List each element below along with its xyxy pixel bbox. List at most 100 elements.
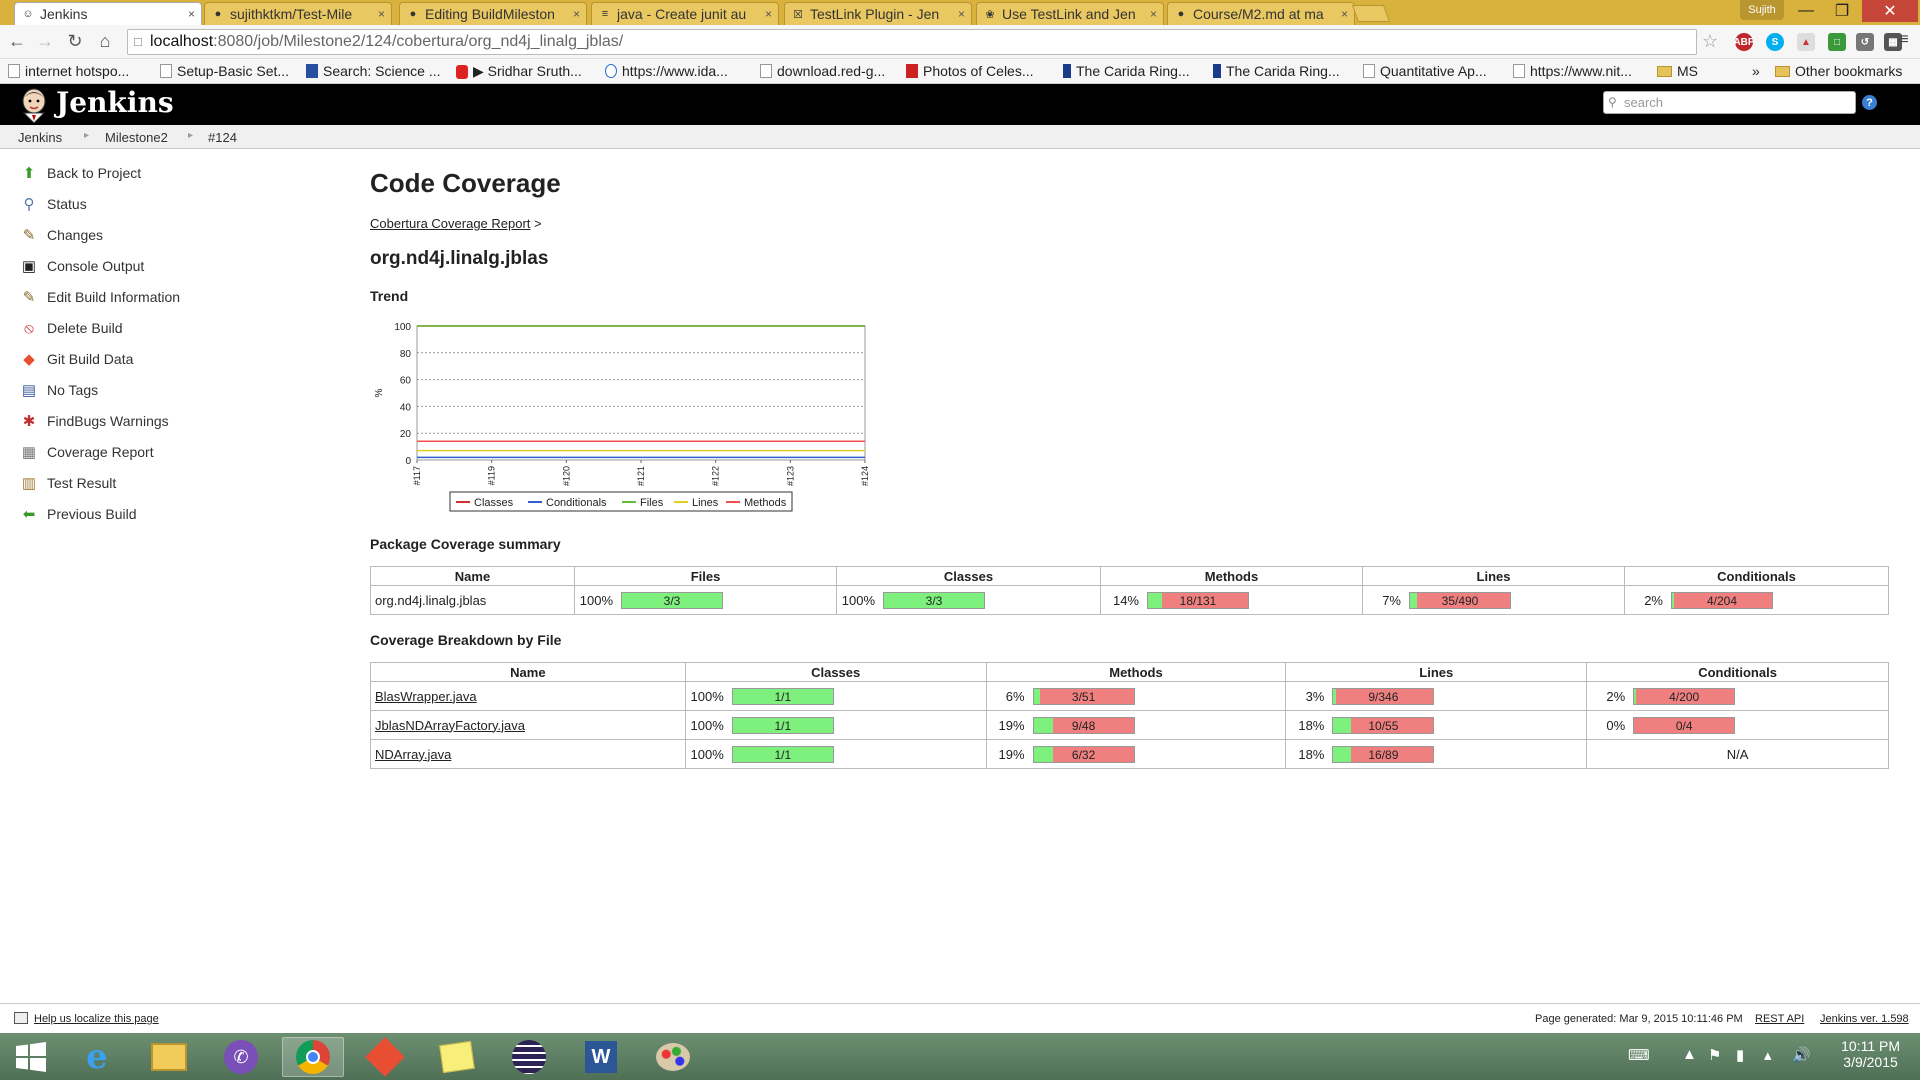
jenkins-version-link[interactable]: Jenkins ver. 1.598 (1820, 1013, 1909, 1025)
tab-close-icon[interactable]: × (378, 7, 385, 21)
task-previous-build[interactable]: ⬅ Previous Build (19, 503, 137, 525)
eclipse-icon[interactable] (498, 1037, 560, 1077)
forward-arrow-icon[interactable]: → (34, 31, 56, 52)
bookmark-item[interactable]: Search: Science ... (306, 63, 441, 79)
bookmark-label: The Carida Ring... (1076, 63, 1190, 79)
tab-close-icon[interactable]: × (1341, 7, 1348, 21)
network-icon[interactable]: ▴ (1764, 1046, 1772, 1064)
menu-icon[interactable]: ≡ (1893, 31, 1915, 49)
bookmark-item[interactable]: internet hotspo... (8, 63, 129, 79)
other-bookmarks[interactable]: Other bookmarks (1775, 63, 1902, 79)
windows-start-icon[interactable] (0, 1037, 62, 1077)
tab-close-icon[interactable]: × (188, 7, 195, 21)
address-bar[interactable]: □ localhost:8080/job/Milestone2/124/cobe… (127, 29, 1697, 55)
close-window-icon[interactable]: ✕ (1862, 0, 1918, 22)
git-gui-icon[interactable] (354, 1037, 416, 1077)
localize-icon (14, 1012, 28, 1024)
bookmark-item[interactable]: https://www.nit... (1513, 63, 1632, 79)
task-coverage-report[interactable]: ▦ Coverage Report (19, 441, 154, 463)
battery-icon[interactable]: ▮ (1736, 1046, 1744, 1064)
paint-icon[interactable] (642, 1037, 704, 1077)
breadcrumb-jenkins[interactable]: Jenkins (18, 130, 62, 145)
extension-tool-icon[interactable]: ↺ (1856, 33, 1874, 51)
profile-badge[interactable]: Sujith (1740, 0, 1784, 20)
task-no-tags[interactable]: ▤ No Tags (19, 379, 98, 401)
bookmark-item[interactable]: download.red-g... (760, 63, 885, 79)
browser-tab[interactable]: ● Editing BuildMileston × (399, 2, 587, 25)
tab-close-icon[interactable]: × (958, 7, 965, 21)
rest-api-link[interactable]: REST API (1755, 1013, 1804, 1025)
github-icon: ● (214, 8, 222, 20)
task-changes[interactable]: ✎ Changes (19, 224, 103, 246)
task-back-to-project[interactable]: ⬆ Back to Project (19, 162, 141, 184)
chrome-icon[interactable] (282, 1037, 344, 1077)
reload-icon[interactable]: ↻ (64, 31, 86, 52)
tab-close-icon[interactable]: × (1150, 7, 1157, 21)
browser-tab[interactable]: ● Course/M2.md at ma × (1167, 2, 1355, 25)
bookmark-item[interactable]: ▶ Sridhar Sruth... (456, 63, 582, 80)
task-findbugs-warnings[interactable]: ✱ FindBugs Warnings (19, 410, 169, 432)
bookmark-star-icon[interactable]: ☆ (1702, 31, 1718, 52)
bookmark-item[interactable]: Quantitative Ap... (1363, 63, 1487, 79)
restore-icon[interactable]: ❐ (1822, 0, 1862, 22)
file-link[interactable]: NDArray.java (375, 747, 451, 762)
viber-icon[interactable]: ✆ (210, 1037, 272, 1077)
coverage-ratio: 4/204 (1706, 593, 1738, 608)
breadcrumb-build[interactable]: #124 (208, 130, 237, 145)
file-link[interactable]: JblasNDArrayFactory.java (375, 718, 525, 733)
file-link[interactable]: BlasWrapper.java (375, 689, 477, 704)
taskbar-clock[interactable]: 10:11 PM 3/9/2015 (1841, 1038, 1900, 1070)
bookmark-item[interactable]: https://www.ida... (605, 63, 728, 79)
browser-tab[interactable]: ● sujithktkm/Test-Mile × (204, 2, 392, 25)
coverage-cell: 100% 1/1 (684, 681, 987, 711)
task-edit-build-information[interactable]: ✎ Edit Build Information (19, 286, 180, 308)
keyboard-icon[interactable]: ⌨ (1628, 1046, 1650, 1064)
volume-icon[interactable]: 🔊 (1792, 1046, 1811, 1064)
cobertura-report-link[interactable]: Cobertura Coverage Report (370, 216, 530, 231)
word-icon[interactable]: W (570, 1037, 632, 1077)
search-input[interactable]: ⚲ search (1603, 91, 1856, 114)
column-header: Name (370, 662, 686, 682)
bookmark-item[interactable]: The Carida Ring... (1213, 63, 1340, 79)
task-git-build-data[interactable]: ◆ Git Build Data (19, 348, 133, 370)
bookmark-item[interactable]: Photos of Celes... (906, 63, 1034, 79)
task-label: Coverage Report (47, 444, 154, 460)
coverage-percent: 2% (1606, 688, 1626, 704)
tab-close-icon[interactable]: × (765, 7, 772, 21)
browser-tab[interactable]: ≡ java - Create junit au × (591, 2, 779, 25)
bookmark-item[interactable]: MS (1657, 63, 1698, 79)
bookmark-item[interactable]: Setup-Basic Set... (160, 63, 289, 79)
new-tab-button[interactable] (1351, 5, 1391, 22)
flag-icon[interactable]: ⚑ (1708, 1046, 1721, 1064)
task-status[interactable]: ⚲ Status (19, 193, 87, 215)
jenkins-butler-icon[interactable] (18, 87, 50, 123)
bookmark-item[interactable]: The Carida Ring... (1063, 63, 1190, 79)
minimize-icon[interactable]: — (1786, 0, 1826, 22)
task-console-output[interactable]: ▣ Console Output (19, 255, 144, 277)
help-icon[interactable]: ? (1862, 95, 1877, 110)
file-explorer-icon[interactable] (138, 1037, 200, 1077)
task-test-result[interactable]: ▥ Test Result (19, 472, 116, 494)
localize-link[interactable]: Help us localize this page (34, 1013, 159, 1025)
coverage-bar: 4/200 (1633, 687, 1736, 705)
extension-green-icon[interactable]: □ (1828, 33, 1846, 51)
skype-icon[interactable]: S (1766, 33, 1784, 51)
bookmarks-more[interactable]: » (1752, 63, 1760, 79)
browser-tab[interactable]: ❀ Use TestLink and Jen × (976, 2, 1164, 25)
sticky-notes-icon[interactable] (426, 1037, 488, 1077)
breadcrumb-milestone2[interactable]: Milestone2 (105, 130, 168, 145)
back-arrow-icon[interactable]: ← (6, 31, 28, 52)
internet-explorer-icon[interactable]: e (66, 1037, 128, 1077)
y-tick-label: 20 (400, 429, 412, 440)
page-footer: Help us localize this page Page generate… (0, 1003, 1920, 1033)
browser-tab[interactable]: ☺ Jenkins × (14, 2, 202, 25)
tray-expand-icon[interactable]: ▲ (1682, 1046, 1697, 1063)
bookmark-label: The Carida Ring... (1226, 63, 1340, 79)
home-icon[interactable]: ⌂ (94, 31, 116, 52)
extension-icon[interactable]: ▲ (1797, 33, 1815, 51)
tab-close-icon[interactable]: × (573, 7, 580, 21)
jenkins-title[interactable]: Jenkins (56, 86, 174, 119)
browser-tab[interactable]: ☒ TestLink Plugin - Jen × (784, 2, 972, 25)
task-delete-build[interactable]: ⦸ Delete Build (19, 317, 122, 339)
adblock-icon[interactable]: ABP (1733, 33, 1755, 51)
